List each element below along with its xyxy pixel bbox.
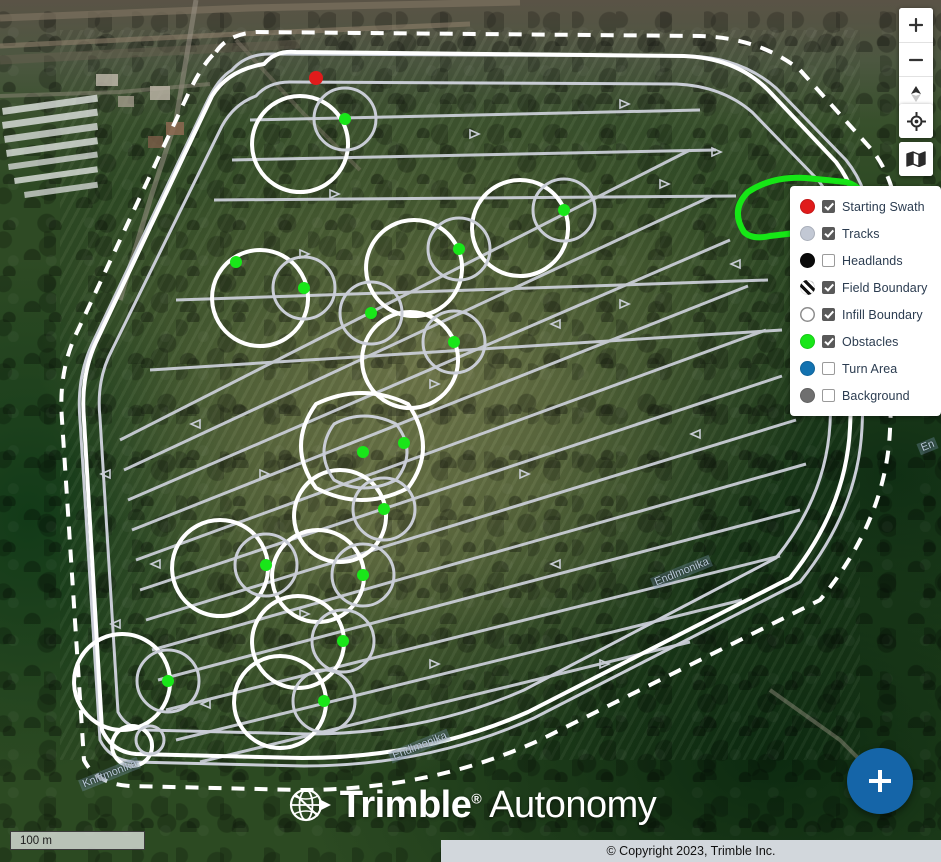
legend-swatch-icon bbox=[800, 253, 815, 268]
map-layers-button[interactable] bbox=[899, 142, 933, 176]
legend-row-background[interactable]: Background bbox=[790, 382, 941, 409]
obstacle-marker[interactable] bbox=[318, 695, 330, 707]
legend-label: Tracks bbox=[842, 226, 880, 241]
zoom-control-group bbox=[899, 8, 933, 110]
legend-swatch-icon bbox=[800, 361, 815, 376]
zoom-in-button[interactable] bbox=[899, 8, 933, 42]
legend-row-tracks[interactable]: Tracks bbox=[790, 220, 941, 247]
legend-checkbox[interactable] bbox=[822, 335, 835, 348]
legend-checkbox[interactable] bbox=[822, 389, 835, 402]
direction-arrows bbox=[99, 98, 741, 710]
obstacle-marker[interactable] bbox=[230, 256, 242, 268]
obstacle-marker[interactable] bbox=[453, 243, 465, 255]
obstacle-marker[interactable] bbox=[260, 559, 272, 571]
legend-row-starting-swath[interactable]: Starting Swath bbox=[790, 193, 941, 220]
legend-row-turn-area[interactable]: Turn Area bbox=[790, 355, 941, 382]
obstacle-marker[interactable] bbox=[337, 635, 349, 647]
obstacle-marker[interactable] bbox=[162, 675, 174, 687]
obstacle-marker[interactable] bbox=[378, 503, 390, 515]
legend-row-headlands[interactable]: Headlands bbox=[790, 247, 941, 274]
legend-label: Background bbox=[842, 388, 910, 403]
legend-swatch-icon bbox=[800, 199, 815, 214]
minus-icon bbox=[909, 58, 923, 61]
compass-north-icon bbox=[911, 85, 921, 102]
legend-checkbox[interactable] bbox=[822, 200, 835, 213]
scale-bar-label: 100 m bbox=[20, 834, 52, 847]
obstacle-marker[interactable] bbox=[298, 282, 310, 294]
legend-checkbox[interactable] bbox=[822, 362, 835, 375]
legend-row-obstacles[interactable]: Obstacles bbox=[790, 328, 941, 355]
obstacle-marker[interactable] bbox=[398, 437, 410, 449]
legend-checkbox[interactable] bbox=[822, 254, 835, 267]
legend-row-field-boundary[interactable]: Field Boundary bbox=[790, 274, 941, 301]
zoom-out-button[interactable] bbox=[899, 42, 933, 76]
legend-label: Turn Area bbox=[842, 361, 898, 376]
folded-map-icon bbox=[906, 151, 926, 167]
headland-loops bbox=[77, 52, 872, 768]
legend-label: Field Boundary bbox=[842, 280, 928, 295]
legend-label: Infill Boundary bbox=[842, 307, 923, 322]
starting-swath-marker bbox=[309, 71, 323, 85]
plus-icon bbox=[909, 18, 923, 32]
obstacle-marker[interactable] bbox=[357, 569, 369, 581]
obstacle-marker[interactable] bbox=[339, 113, 351, 125]
map-application: Kniftmonika Endlmonika Endlmonika En Sta… bbox=[0, 0, 941, 862]
copyright-notice: © Copyright 2023, Trimble Inc. bbox=[441, 840, 941, 862]
legend-label: Obstacles bbox=[842, 334, 899, 349]
obstacle-marker[interactable] bbox=[558, 204, 570, 216]
locate-control-group bbox=[899, 104, 933, 138]
crosshair-target-icon bbox=[906, 111, 926, 131]
plus-icon bbox=[869, 770, 891, 792]
legend-label: Headlands bbox=[842, 253, 903, 268]
legend-row-infill-boundary[interactable]: Infill Boundary bbox=[790, 301, 941, 328]
map-legend-panel: Starting Swath Tracks Headlands Field Bound… bbox=[790, 186, 941, 416]
legend-swatch-icon bbox=[800, 226, 815, 241]
legend-swatch-icon bbox=[800, 334, 815, 349]
scale-bar: 100 m bbox=[10, 831, 145, 850]
layers-control-group bbox=[899, 142, 933, 176]
locate-button[interactable] bbox=[899, 104, 933, 138]
legend-swatch-icon bbox=[800, 280, 815, 295]
legend-checkbox[interactable] bbox=[822, 227, 835, 240]
obstacle-marker[interactable] bbox=[365, 307, 377, 319]
legend-swatch-icon bbox=[800, 307, 815, 322]
add-button[interactable] bbox=[847, 748, 913, 814]
track-lines bbox=[119, 108, 807, 764]
legend-label: Starting Swath bbox=[842, 199, 925, 214]
legend-checkbox[interactable] bbox=[822, 281, 835, 294]
field-plan-overlay bbox=[59, 29, 901, 793]
obstacle-marker[interactable] bbox=[448, 336, 460, 348]
obstacle-marker[interactable] bbox=[357, 446, 369, 458]
legend-swatch-icon bbox=[800, 388, 815, 403]
legend-checkbox[interactable] bbox=[822, 308, 835, 321]
